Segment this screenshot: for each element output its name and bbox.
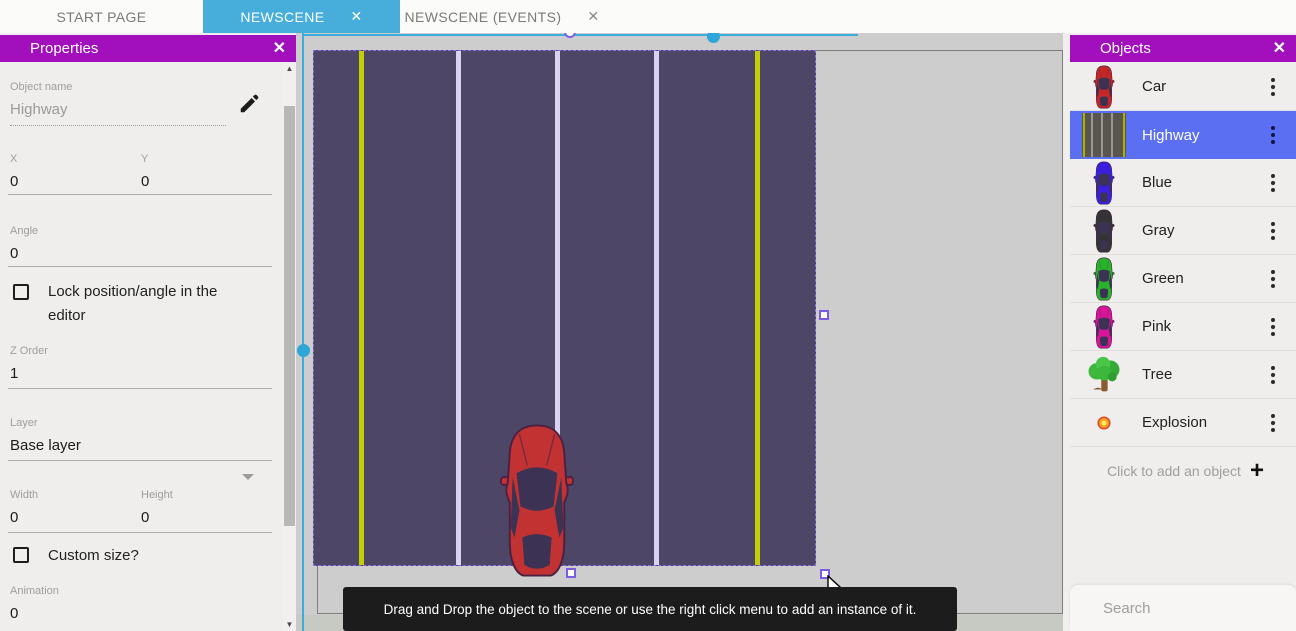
tree-icon [1082,353,1126,397]
scene-canvas[interactable]: Drag and Drop the object to the scene or… [296,33,1070,631]
object-item-explosion[interactable]: Explosion [1070,399,1296,447]
object-item-tree[interactable]: Tree [1070,351,1296,399]
y-label: Y [141,153,148,165]
rotate-handle[interactable] [564,33,576,38]
gdevelop-editor: START PAGE NEWSCENE ✕ NEWSCENE (EVENTS) … [0,0,1296,631]
lane-line-white [456,51,461,565]
angle-label: Angle [10,225,38,237]
kebab-menu-icon[interactable] [1258,270,1288,288]
properties-scrollbar[interactable]: ▲ ▼ [283,62,296,631]
close-icon[interactable]: ✕ [273,41,286,57]
divider [8,194,272,195]
canvas-edge-strip [1063,33,1070,631]
scroll-down-icon[interactable]: ▼ [283,620,296,629]
tab-start-page[interactable]: START PAGE [0,0,203,33]
custom-size-label: Custom size? [48,544,139,568]
tooltip-text: Drag and Drop the object to the scene or… [384,602,917,617]
scrollbar-thumb[interactable] [284,106,295,526]
angle-field[interactable]: 0 [10,245,18,262]
kebab-menu-icon[interactable] [1258,126,1288,144]
car-icon [1082,209,1126,253]
z-order-label: Z Order [10,345,48,357]
tab-newscene[interactable]: NEWSCENE ✕ [203,0,400,33]
object-item-car[interactable]: Car [1070,63,1296,111]
divider [8,388,272,389]
car-icon [1082,257,1126,301]
edit-pencil-icon[interactable] [238,93,260,115]
object-name-label: Object name [10,81,72,93]
lock-position-checkbox[interactable] [13,284,29,300]
resize-handle-right[interactable] [819,310,829,320]
horizontal-scroll-thumb[interactable] [707,33,720,43]
close-icon[interactable]: ✕ [1273,41,1286,57]
width-field[interactable]: 0 [10,509,18,526]
divider [8,266,272,267]
animation-field[interactable]: 0 [10,605,18,622]
kebab-menu-icon[interactable] [1258,222,1288,240]
tab-label: NEWSCENE [240,9,324,25]
lane-line-white [654,51,659,565]
kebab-menu-icon[interactable] [1258,174,1288,192]
scroll-up-icon[interactable]: ▲ [283,64,296,73]
tab-bar: START PAGE NEWSCENE ✕ NEWSCENE (EVENTS) … [0,0,1296,33]
object-item-blue[interactable]: Blue [1070,159,1296,207]
object-item-gray[interactable]: Gray [1070,207,1296,255]
kebab-menu-icon[interactable] [1258,78,1288,96]
kebab-menu-icon[interactable] [1258,414,1288,432]
plus-icon: + [1250,457,1296,485]
objects-panel: Objects ✕ Car Highway [1070,33,1296,631]
resize-handle-bottom[interactable] [566,568,576,578]
tab-label: START PAGE [56,9,146,25]
add-object-button[interactable]: Click to add an object + [1070,447,1296,495]
lock-position-label: Lock position/angle in the editor [48,280,240,328]
properties-panel: Properties ✕ Object name Highway X Y 0 0… [0,33,296,631]
tab-label: NEWSCENE (EVENTS) [404,9,561,25]
layer-select[interactable]: Base layer [10,437,81,454]
divider [8,532,272,533]
custom-size-checkbox[interactable] [13,547,29,563]
x-field[interactable]: 0 [10,173,18,190]
objects-search [1070,585,1296,631]
chevron-down-icon[interactable] [242,474,254,480]
search-input[interactable] [1103,600,1296,617]
height-field[interactable]: 0 [141,509,149,526]
vertical-scrollbar[interactable] [302,33,304,631]
car-icon [1082,305,1126,349]
tab-newscene-events[interactable]: NEWSCENE (EVENTS) ✕ [400,0,604,33]
close-icon[interactable]: ✕ [350,8,362,25]
panel-title: Objects [1100,40,1273,57]
explosion-icon [1082,401,1126,445]
close-icon[interactable]: ✕ [587,8,599,25]
kebab-menu-icon[interactable] [1258,366,1288,384]
lane-line-yellow [755,51,760,565]
objects-list: Car Highway Blue [1070,63,1296,447]
x-label: X [10,153,17,165]
car-icon [1082,65,1126,109]
panel-title: Properties [30,40,273,57]
car-icon [1082,161,1126,205]
height-label: Height [141,489,173,501]
vertical-scroll-thumb[interactable] [297,344,310,357]
lock-position-row: Lock position/angle in the editor [13,284,263,328]
kebab-menu-icon[interactable] [1258,318,1288,336]
custom-size-row: Custom size? [13,547,263,568]
object-name-field[interactable]: Highway [10,101,226,126]
highway-icon [1082,113,1126,157]
object-item-highway[interactable]: Highway [1070,111,1296,159]
layer-label: Layer [10,417,38,429]
lane-line-yellow [359,51,364,565]
animation-label: Animation [10,585,59,597]
car-instance[interactable] [498,422,576,579]
horizontal-scrollbar[interactable] [302,34,858,36]
drag-drop-tooltip: Drag and Drop the object to the scene or… [343,587,957,631]
divider [8,460,272,461]
z-order-field[interactable]: 1 [10,365,18,382]
object-item-pink[interactable]: Pink [1070,303,1296,351]
width-label: Width [10,489,38,501]
objects-panel-header: Objects ✕ [1070,35,1296,62]
properties-panel-header: Properties ✕ [0,35,296,62]
y-field[interactable]: 0 [141,173,149,190]
object-item-green[interactable]: Green [1070,255,1296,303]
